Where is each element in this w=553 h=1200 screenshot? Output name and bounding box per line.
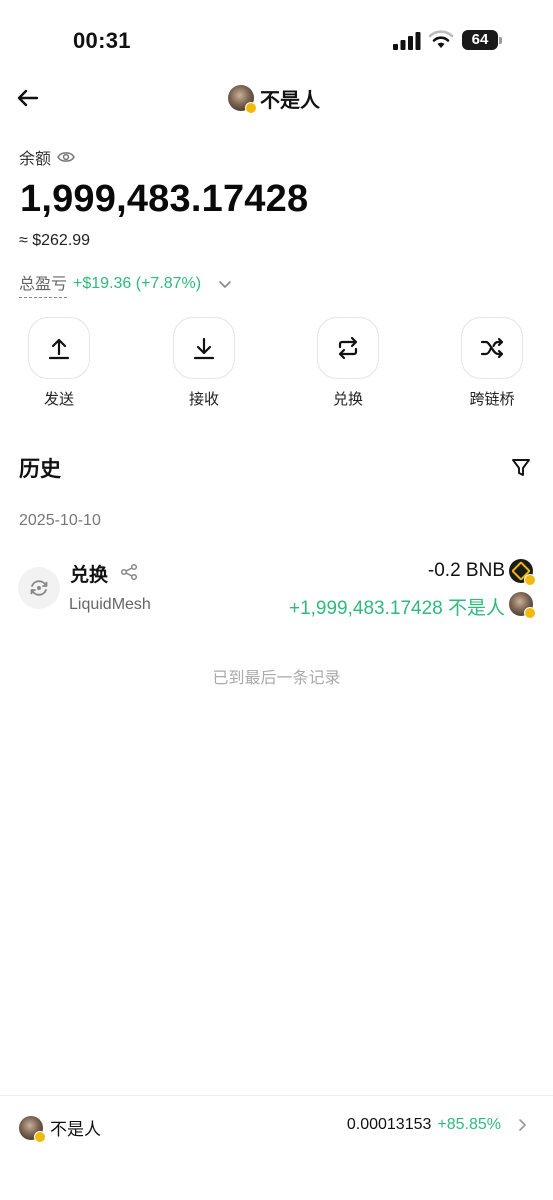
send-button[interactable]: 发送 bbox=[14, 317, 104, 409]
balance-usd: ≈ $262.99 bbox=[19, 232, 91, 249]
bridge-button[interactable]: 跨链桥 bbox=[447, 317, 537, 409]
token-avatar bbox=[228, 85, 257, 114]
end-of-list-text: 已到最后一条记录 bbox=[212, 670, 341, 687]
header: 不是人 bbox=[0, 78, 553, 118]
swap-label: 兑换 bbox=[332, 391, 363, 408]
receive-button[interactable]: 接收 bbox=[159, 317, 249, 409]
tx-protocol: LiquidMesh bbox=[69, 596, 151, 613]
footer-token-name: 不是人 bbox=[50, 1120, 101, 1139]
pnl-label: 总盈亏 bbox=[19, 270, 68, 298]
battery-icon: 64 bbox=[462, 30, 502, 50]
action-bar: 发送 接收 兑换 跨链桥 bbox=[0, 317, 553, 409]
token-name: 不是人 bbox=[260, 89, 320, 112]
eye-icon[interactable] bbox=[57, 150, 75, 164]
footer-price: 0.00013153 bbox=[346, 1116, 432, 1133]
tx-type: 兑换 bbox=[70, 565, 109, 586]
chevron-down-icon[interactable] bbox=[217, 276, 233, 292]
filter-icon[interactable] bbox=[510, 456, 532, 478]
history-title: 历史 bbox=[19, 458, 61, 481]
swap-tx-icon bbox=[18, 567, 60, 609]
token-avatar bbox=[19, 1115, 46, 1143]
footer-change: +85.85% bbox=[437, 1116, 501, 1133]
signal-icon bbox=[393, 32, 421, 50]
status-bar: 00:31 64 bbox=[0, 0, 553, 80]
token-avatar bbox=[509, 592, 536, 619]
pnl-row[interactable]: 总盈亏 +$19.36 (+7.87%) bbox=[19, 270, 233, 298]
balance-label: 余额 bbox=[19, 151, 52, 168]
transaction-row[interactable]: 兑换 LiquidMesh -0.2 BNB +1,999,483.17428 … bbox=[0, 553, 553, 623]
share-icon[interactable] bbox=[120, 563, 138, 581]
token-title: 不是人 bbox=[228, 83, 320, 114]
download-icon bbox=[193, 337, 215, 360]
battery-level: 64 bbox=[462, 30, 498, 50]
bnb-icon bbox=[509, 559, 536, 586]
history-date: 2025-10-10 bbox=[19, 512, 101, 529]
chain-badge-icon bbox=[34, 1130, 46, 1143]
wifi-icon bbox=[428, 30, 454, 48]
swap-button[interactable]: 兑换 bbox=[303, 317, 393, 409]
back-arrow-icon[interactable] bbox=[14, 84, 42, 112]
token-footer-bar[interactable]: 不是人 0.00013153 +85.85% bbox=[0, 1095, 553, 1200]
bridge-icon bbox=[480, 337, 504, 359]
balance-amount: 1,999,483.17428 bbox=[20, 178, 309, 220]
footer-price-info: 0.00013153 +85.85% bbox=[347, 1116, 529, 1134]
chain-badge-icon bbox=[245, 102, 257, 114]
status-time: 00:31 bbox=[73, 28, 131, 53]
balance-label-row: 余额 bbox=[19, 145, 75, 169]
send-label: 发送 bbox=[43, 391, 74, 408]
tx-out-amount: -0.2 BNB bbox=[427, 560, 505, 581]
chain-badge-icon bbox=[524, 607, 536, 619]
footer-token: 不是人 bbox=[19, 1115, 101, 1143]
chevron-right-icon[interactable] bbox=[515, 1118, 529, 1132]
upload-icon bbox=[48, 338, 70, 360]
tx-in-amount: +1,999,483.17428 不是人 bbox=[288, 598, 505, 619]
pnl-value: +$19.36 (+7.87%) bbox=[73, 275, 202, 292]
swap-icon bbox=[338, 336, 358, 360]
receive-label: 接收 bbox=[188, 391, 219, 408]
bridge-label: 跨链桥 bbox=[469, 391, 515, 408]
